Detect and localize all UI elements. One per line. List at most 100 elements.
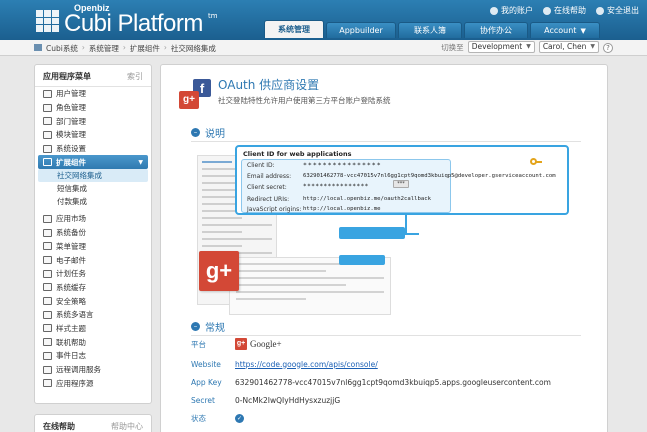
tab-appbuilder[interactable]: Appbuilder — [326, 22, 396, 38]
sidebar-item[interactable]: 系统缓存 — [35, 281, 151, 295]
sidebar-header: 应用程序菜单 索引 — [35, 65, 151, 87]
sidebar-subitem[interactable]: 短信集成 — [35, 182, 151, 195]
callout-connector — [405, 215, 407, 233]
menu-item-icon — [43, 130, 52, 139]
website-link[interactable]: https://code.google.com/apis/console/ — [235, 360, 378, 369]
sidebar-subitem[interactable]: 社交网络集成 — [38, 169, 148, 183]
help-center-link[interactable]: 帮助中心 — [111, 421, 143, 431]
sidebar-subitem[interactable]: 付款集成 — [35, 195, 151, 208]
sidebar-item[interactable]: 系统多语言 — [35, 308, 151, 322]
user-select-value: Carol, Chen — [542, 42, 587, 51]
sidebar-item-label: 菜单管理 — [56, 241, 86, 251]
sidebar-group-extensions[interactable]: 扩展组件 ▼ — [38, 155, 148, 170]
google-plus-icon: g+ — [235, 338, 247, 350]
google-plus-logo: g+ Google+ — [235, 338, 282, 350]
sidebar-item[interactable]: 应用程序源 — [35, 376, 151, 390]
tab-account[interactable]: Account ▼ — [530, 22, 600, 38]
sidebar-item[interactable]: 菜单管理 — [35, 240, 151, 254]
sidebar-item[interactable]: 部门管理 — [35, 114, 151, 128]
tab-appbuilder-label: Appbuilder — [339, 26, 383, 35]
sidebar-item-label: 系统设置 — [56, 144, 86, 154]
google-plus-icon: g+ — [199, 251, 239, 291]
sidebar-item-label: 安全策略 — [56, 296, 86, 306]
sidebar-item-label: 系统备份 — [56, 228, 86, 238]
logout-link[interactable]: 安全退出 — [596, 5, 639, 16]
breadcrumb-item[interactable]: Cubi系统 — [46, 43, 78, 54]
chevron-down-icon: ▼ — [580, 27, 586, 35]
sidebar-item[interactable]: 远程调用服务 — [35, 363, 151, 377]
sidebar-item[interactable]: 系统设置 — [35, 142, 151, 156]
section-general-header[interactable]: – 常规 — [191, 319, 225, 334]
menu-item-icon — [43, 297, 52, 306]
my-account-link[interactable]: 我的账户 — [490, 5, 533, 16]
sidebar-item[interactable]: 系统备份 — [35, 226, 151, 240]
breadcrumb-separator: › — [81, 43, 85, 52]
puzzle-icon — [43, 158, 52, 167]
key-icon — [530, 158, 542, 166]
sidebar-item-label: 角色管理 — [56, 103, 86, 113]
chevron-down-icon: ▼ — [526, 43, 531, 50]
menu-item-icon — [43, 269, 52, 278]
sidebar-item[interactable]: 计划任务 — [35, 267, 151, 281]
app-key-value: 632901462778-vcc47015v7nl6gg1cpt9qomd3kb… — [235, 377, 551, 387]
tab-contacts[interactable]: 联系人簿 — [398, 22, 462, 38]
sidebar-item-label: 计划任务 — [56, 269, 86, 279]
field-value: **************** — [303, 161, 382, 169]
section-description-header[interactable]: – 说明 — [191, 125, 225, 140]
field-label: Client ID: — [247, 162, 275, 169]
sidebar-index-link[interactable]: 索引 — [127, 71, 143, 81]
sidebar-item[interactable]: 事件日志 — [35, 349, 151, 363]
sidebar-item[interactable]: 角色管理 — [35, 101, 151, 115]
home-icon — [34, 44, 42, 51]
tab-collaboration[interactable]: 协作办公 — [464, 22, 528, 38]
chevron-down-icon: ▼ — [590, 43, 595, 50]
sidebar-item-label: 部门管理 — [56, 116, 86, 126]
highlight-marker — [339, 227, 405, 239]
breadcrumb-bar: Cubi系统 › 系统管理 › 扩展组件 › 社交网络集成 切换至 Develo… — [0, 40, 647, 56]
sidebar-item[interactable]: 安全策略 — [35, 294, 151, 308]
help-panel: 在线帮助 帮助中心 — [34, 414, 152, 432]
google-plus-icon: g+ — [179, 91, 199, 109]
detail-row-status: 状态 ✓ — [191, 411, 591, 425]
sidebar-item-label: 系统缓存 — [56, 282, 86, 292]
online-help-label: 在线帮助 — [554, 6, 586, 15]
env-switch-label: 切换至 — [441, 42, 464, 52]
sidebar-item[interactable]: 模块管理 — [35, 128, 151, 142]
help-icon[interactable]: ? — [603, 43, 613, 53]
menu-item-icon — [43, 117, 52, 126]
env-select[interactable]: Development ▼ — [467, 41, 535, 53]
sidebar-item-label: 用户管理 — [56, 89, 86, 99]
oauth-providers-icon: f g+ — [179, 79, 211, 109]
detail-row-secret: Secret 0-NcMk2IwQIyHdHysxzuzjjG — [191, 393, 591, 407]
sidebar-item[interactable]: 电子邮件 — [35, 253, 151, 267]
tab-system-admin-label: 系统管理 — [278, 25, 310, 34]
env-select-value: Development — [471, 42, 523, 51]
sidebar-item[interactable]: 联机帮助 — [35, 335, 151, 349]
help-panel-title: 在线帮助 — [43, 422, 75, 431]
sidebar-item[interactable]: 样式主题 — [35, 322, 151, 336]
my-account-label: 我的账户 — [501, 6, 533, 15]
breadcrumb-item[interactable]: 扩展组件 — [130, 43, 160, 54]
logo[interactable]: Openbiz Cubi Platform tm — [36, 3, 218, 37]
user-icon — [490, 6, 498, 15]
brand-tm: tm — [208, 12, 218, 20]
detail-row-website: Website https://code.google.com/apis/con… — [191, 357, 591, 371]
help-icon — [543, 6, 551, 15]
top-header: Openbiz Cubi Platform tm 我的账户 在线帮助 安全退出 … — [0, 0, 647, 40]
field-label: Client secret: — [247, 184, 287, 191]
field-value: http://local.openbiz.me/oauth2callback — [303, 196, 431, 202]
console-screenshot-detail — [229, 257, 391, 315]
breadcrumb-item[interactable]: 系统管理 — [89, 43, 119, 54]
field-label: Redirect URIs: — [247, 196, 290, 203]
online-help-link[interactable]: 在线帮助 — [543, 5, 586, 16]
sidebar-item[interactable]: 应用市场 — [35, 212, 151, 226]
tab-system-admin[interactable]: 系统管理 — [264, 20, 324, 38]
divider — [191, 335, 581, 336]
sidebar-item-label: 联机帮助 — [56, 337, 86, 347]
user-select[interactable]: Carol, Chen ▼ — [538, 41, 599, 53]
detail-key: App Key — [191, 377, 222, 387]
sidebar-item[interactable]: 用户管理 — [35, 87, 151, 101]
logout-label: 安全退出 — [607, 6, 639, 15]
help-panel-header: 在线帮助 帮助中心 — [35, 415, 151, 432]
callout-connector — [405, 233, 419, 235]
